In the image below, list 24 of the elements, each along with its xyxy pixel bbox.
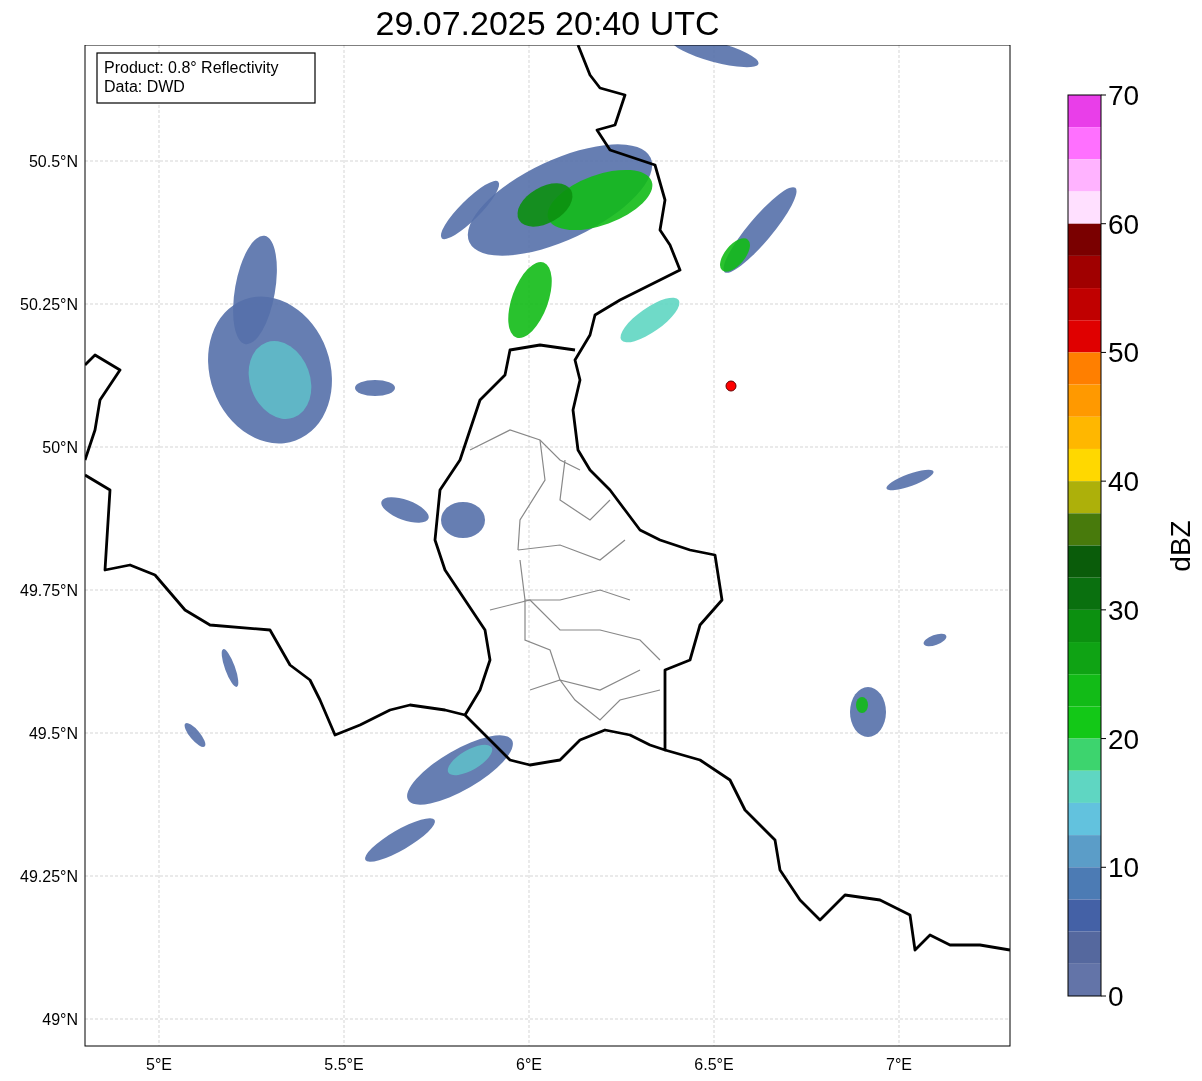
colorbar-tick-label: 60 [1108, 208, 1140, 240]
colorbar-tick-label: 30 [1108, 594, 1140, 626]
colorbar-tick-label: 50 [1108, 337, 1140, 369]
axis-label: 49.5°N [28, 725, 78, 742]
legend-text: Data: DWD [104, 78, 185, 95]
axis-label: 6.5°E [694, 1056, 734, 1073]
axis-label: 50.25°N [20, 296, 78, 313]
colorbar-tick-label: 10 [1108, 852, 1140, 884]
axis-label: 5.5°E [324, 1056, 364, 1073]
colorbar-label: dBZ [1165, 520, 1196, 572]
axis-label: 49.75°N [20, 582, 78, 599]
colorbar-tick-label: 20 [1108, 723, 1140, 755]
axis-label: 7°E [886, 1056, 912, 1073]
colorbar-tick-label: 70 [1108, 80, 1140, 111]
axis-label: 50°N [42, 439, 78, 456]
axis-label: 49.25°N [20, 868, 78, 885]
colorbar-tick-label: 40 [1108, 466, 1140, 498]
axis-label: 49°N [42, 1011, 78, 1028]
colorbar-tick-label: 0 [1108, 981, 1124, 1012]
axis-label: 6°E [516, 1056, 542, 1073]
axis-label: 50.5°N [28, 153, 78, 170]
chart-title: 29.07.2025 20:40 UTC [375, 5, 720, 40]
legend-text: Product: 0.8° Reflectivity [104, 59, 279, 76]
axis-label: 5°E [146, 1056, 172, 1073]
